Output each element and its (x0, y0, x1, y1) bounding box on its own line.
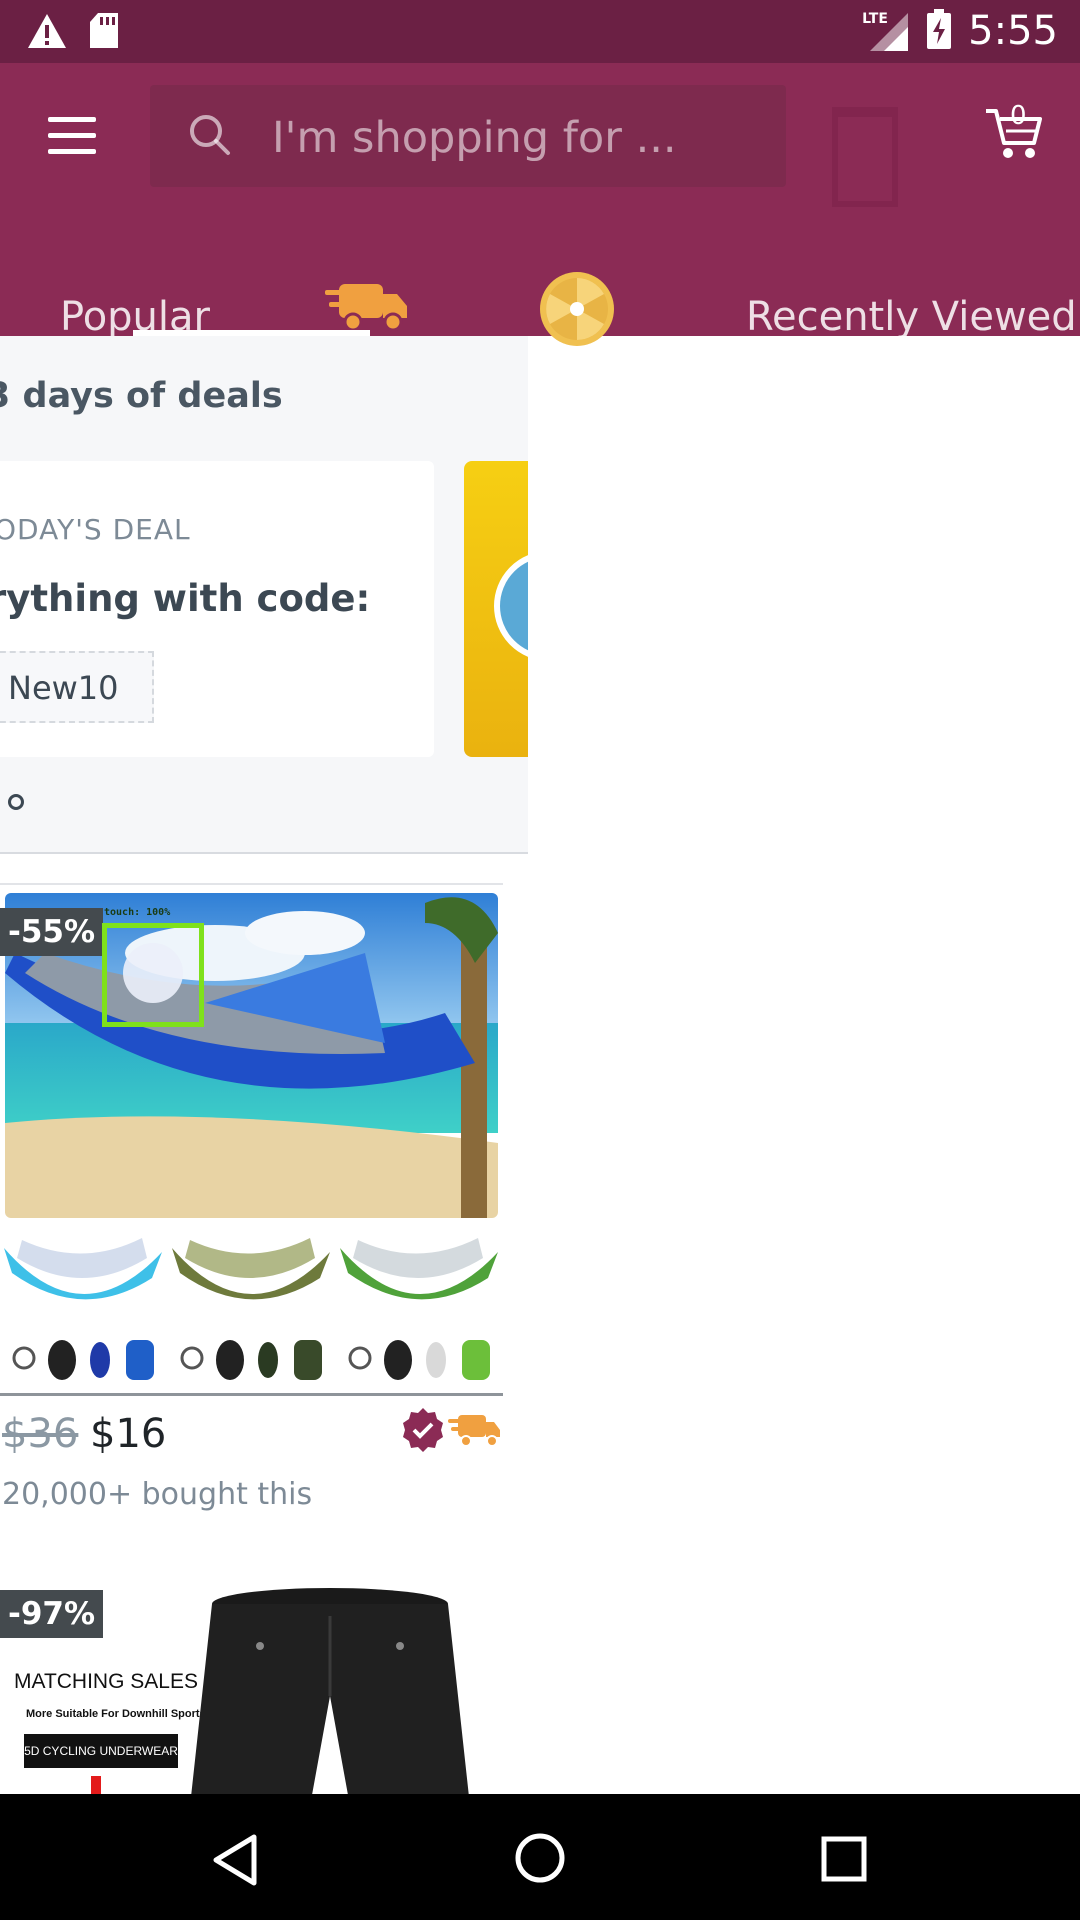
prize-wheel-icon (540, 272, 614, 346)
menu-button[interactable] (44, 113, 100, 161)
thumbnail-green[interactable] (170, 1228, 333, 1391)
discount-badge: -97% (0, 1590, 104, 1638)
touch-label: touch: 100% (104, 907, 171, 918)
touch-indicator (102, 923, 204, 1027)
thumbnail-row (0, 1228, 503, 1396)
tab-prize-wheel[interactable] (538, 270, 616, 353)
deals-title: 3 days of deals (0, 376, 283, 416)
promo-box: 5D CYCLING UNDERWEAR (24, 1734, 178, 1768)
search-input[interactable]: I'm shopping for ... (150, 85, 786, 187)
home-button[interactable] (514, 1832, 566, 1889)
search-placeholder: I'm shopping for ... (272, 113, 677, 163)
deal-card-next[interactable] (464, 461, 528, 757)
app-bar: I'm shopping for ... 0 Popular Recently … (0, 63, 1080, 346)
back-triangle-icon (213, 1834, 257, 1886)
search-icon (188, 113, 232, 162)
product-card[interactable]: -97% MATCHING SALES More Suitable For Do… (0, 1558, 503, 1794)
home-circle-icon (515, 1833, 565, 1883)
thumbnail-lime[interactable] (338, 1228, 501, 1391)
alert-icon (26, 12, 68, 55)
status-bar: LTE 5:55 (0, 0, 1080, 63)
price-row: $36 $16 (0, 1408, 503, 1471)
deals-section: 3 days of deals ODAY'S DEAL rything with… (0, 336, 528, 854)
promo-code: New10 (8, 669, 119, 707)
navigation-bar (0, 1794, 1080, 1920)
promo-subtitle: More Suitable For Downhill Sports (26, 1708, 206, 1720)
fast-shipping-icon (448, 1411, 502, 1456)
back-button[interactable] (212, 1834, 258, 1891)
tab-recently-viewed[interactable]: Recently Viewed (746, 294, 1077, 340)
verified-badge-icon (400, 1407, 446, 1458)
product-image-shorts[interactable] (190, 1586, 480, 1794)
battery-charging-icon (926, 8, 952, 54)
discount-badge: -55% (0, 908, 104, 956)
plus-icon (91, 1776, 101, 1794)
recents-button[interactable] (821, 1836, 867, 1887)
sd-card-icon (88, 12, 120, 55)
touch-point (123, 943, 183, 1003)
thumbnail-blue[interactable] (2, 1228, 165, 1391)
clock-icon (494, 551, 528, 661)
deal-card[interactable]: ODAY'S DEAL rything with code: New10 (0, 461, 434, 757)
signal-icon: LTE (862, 9, 910, 53)
sale-price: $16 (90, 1411, 167, 1457)
recents-square-icon (821, 1836, 867, 1882)
promo-title: MATCHING SALES (14, 1670, 198, 1693)
feed[interactable]: 3 days of deals ODAY'S DEAL rything with… (0, 336, 528, 1794)
carousel-dot (8, 794, 24, 810)
category-tabs: Popular Recently Viewed (0, 268, 1080, 346)
clock: 5:55 (968, 8, 1058, 54)
delivery-truck-icon (325, 284, 407, 332)
divider (0, 883, 503, 885)
deal-text: rything with code: (0, 577, 371, 620)
deal-label: ODAY'S DEAL (0, 513, 191, 546)
faded-overlay-icon (832, 107, 898, 207)
original-price: $36 (2, 1411, 79, 1457)
promo-code-box[interactable]: New10 (0, 651, 154, 723)
cart-count-badge: 0 (1010, 101, 1027, 131)
purchase-count: 20,000+ bought this (2, 1477, 313, 1512)
